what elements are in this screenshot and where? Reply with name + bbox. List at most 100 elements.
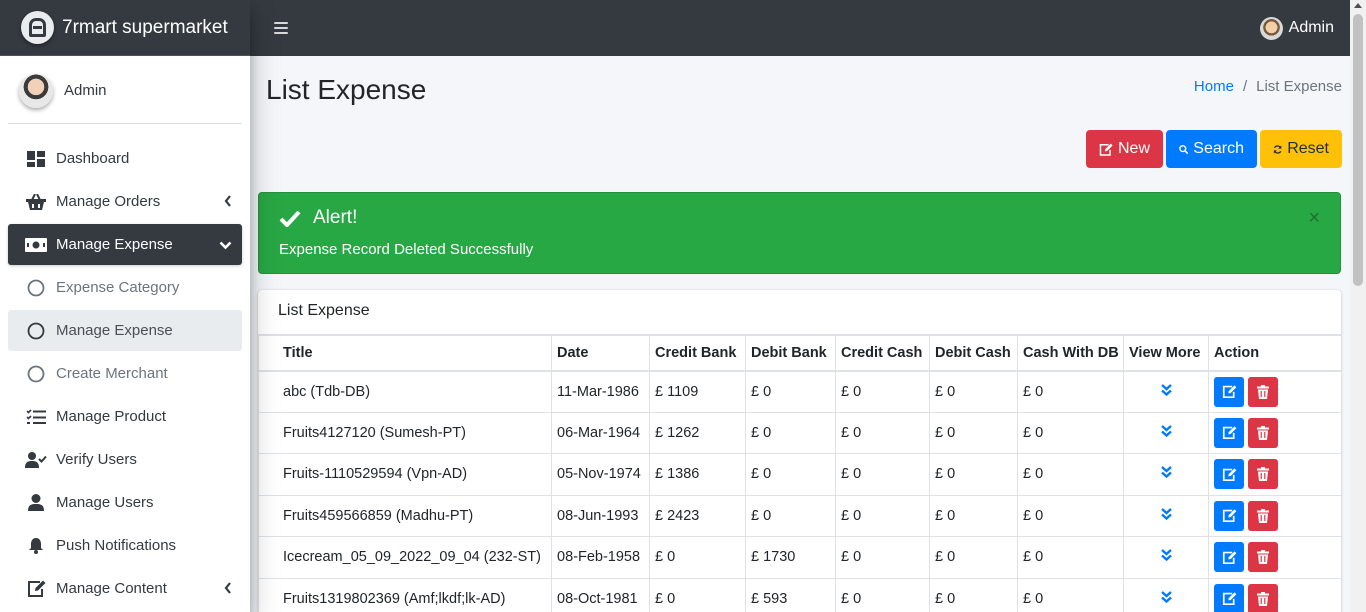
edit-button[interactable] bbox=[1214, 500, 1244, 531]
sidebar-item-manage-content[interactable]: Manage Content bbox=[8, 568, 242, 609]
new-button-label: New bbox=[1117, 140, 1150, 157]
cell-title: Icecream_05_09_2022_09_04 (232-ST) bbox=[258, 536, 552, 579]
cell-credit-cash: £ 0 bbox=[835, 453, 930, 496]
sidebar-item-dashboard[interactable]: Dashboard bbox=[8, 138, 242, 179]
expense-list-card: List Expense Title Date Credit Bank Debi… bbox=[258, 290, 1341, 612]
avatar bbox=[19, 73, 53, 108]
sidebar-item-expense-category[interactable]: Expense Category bbox=[8, 267, 242, 308]
sidebar-item-create-merchant[interactable]: Create Merchant bbox=[8, 353, 242, 394]
edit-button[interactable] bbox=[1214, 376, 1244, 407]
sidebar-item-label: Push Notifications bbox=[56, 537, 177, 554]
delete-button[interactable] bbox=[1248, 459, 1278, 490]
sidebar-item-label: Manage Expense bbox=[56, 322, 173, 339]
angle-double-down-icon[interactable] bbox=[1160, 466, 1172, 482]
angle-double-down-icon[interactable] bbox=[1160, 549, 1172, 565]
cell-action bbox=[1208, 453, 1341, 496]
cell-credit-bank: £ 1386 bbox=[649, 453, 746, 496]
close-icon[interactable]: × bbox=[1308, 207, 1320, 230]
trash-icon bbox=[1257, 591, 1269, 606]
angle-double-down-icon[interactable] bbox=[1160, 383, 1172, 400]
column-header-credit-cash[interactable]: Credit Cash bbox=[835, 335, 930, 372]
brand-logo-icon bbox=[21, 11, 54, 44]
row-actions bbox=[1214, 376, 1336, 407]
breadcrumb-current: List Expense bbox=[1256, 78, 1342, 95]
breadcrumb-separator: / bbox=[1242, 78, 1248, 95]
circle-icon bbox=[25, 365, 47, 383]
user-menu[interactable]: Admin bbox=[1259, 16, 1334, 40]
user-panel[interactable]: Admin bbox=[8, 56, 242, 124]
page-scrollbar[interactable] bbox=[1350, 0, 1366, 612]
cell-view-more bbox=[1123, 494, 1209, 537]
row-actions bbox=[1214, 583, 1336, 612]
scrollbar-thumb[interactable] bbox=[1353, 14, 1363, 286]
edit-icon bbox=[1222, 385, 1236, 398]
delete-button[interactable] bbox=[1248, 583, 1278, 612]
reset-button[interactable]: Reset bbox=[1260, 130, 1342, 168]
sidebar-item-manage-expense[interactable]: Manage Expense bbox=[8, 224, 242, 265]
page-title: List Expense bbox=[266, 74, 427, 105]
cell-view-more bbox=[1123, 370, 1209, 413]
sidebar-item-label: Manage Users bbox=[56, 494, 154, 511]
cell-cash-with-db: £ 0 bbox=[1017, 370, 1124, 413]
edit-button[interactable] bbox=[1214, 583, 1244, 612]
cell-cash-with-db: £ 0 bbox=[1017, 411, 1124, 454]
delete-button[interactable] bbox=[1248, 417, 1278, 448]
cell-debit-cash: £ 0 bbox=[929, 453, 1018, 496]
cell-title: Fruits4127120 (Sumesh-PT) bbox=[258, 411, 552, 454]
sidebar-item-manage-orders[interactable]: Manage Orders bbox=[8, 181, 242, 222]
column-header-debit-cash[interactable]: Debit Cash bbox=[929, 335, 1018, 372]
table-row: Fruits459566859 (Madhu-PT) 08-Jun-1993 £ 2… bbox=[258, 494, 1341, 537]
angle-double-down-icon[interactable] bbox=[1160, 507, 1172, 524]
edit-button[interactable] bbox=[1214, 542, 1244, 573]
brand-link[interactable]: 7rmart supermarket bbox=[0, 0, 250, 56]
alert-header: Alert! bbox=[279, 207, 1320, 229]
edit-icon bbox=[25, 580, 47, 597]
edit-button[interactable] bbox=[1214, 459, 1244, 490]
column-header-credit-bank[interactable]: Credit Bank bbox=[649, 335, 746, 372]
expense-table: Title Date Credit Bank Debit Bank Credit… bbox=[258, 335, 1341, 612]
sidebar-item-manage-product[interactable]: Manage Product bbox=[8, 396, 242, 437]
delete-button[interactable] bbox=[1248, 542, 1278, 573]
breadcrumb-home-link[interactable]: Home bbox=[1194, 78, 1234, 95]
sidebar-item-push-notifications[interactable]: Push Notifications bbox=[8, 525, 242, 566]
search-button-label: Search bbox=[1193, 140, 1244, 157]
menu-toggle-icon[interactable] bbox=[274, 22, 288, 34]
cell-date: 08-Jun-1993 bbox=[551, 494, 650, 537]
scroll-up-arrow-icon[interactable] bbox=[1354, 3, 1362, 8]
cell-debit-bank: £ 0 bbox=[745, 411, 836, 454]
sidebar-item-label: Manage Expense bbox=[56, 236, 173, 253]
cell-action bbox=[1208, 494, 1341, 537]
new-button[interactable]: New bbox=[1086, 130, 1163, 168]
cell-credit-cash: £ 0 bbox=[835, 370, 930, 413]
delete-button[interactable] bbox=[1248, 376, 1278, 407]
sidebar-item-manage-users[interactable]: Manage Users bbox=[8, 482, 242, 523]
cell-cash-with-db: £ 0 bbox=[1017, 494, 1124, 537]
user-name: Admin bbox=[64, 82, 107, 99]
reset-button-label: Reset bbox=[1287, 140, 1329, 157]
cell-title: Fruits459566859 (Madhu-PT) bbox=[258, 494, 552, 537]
delete-button[interactable] bbox=[1248, 500, 1278, 531]
cell-credit-bank: £ 2423 bbox=[649, 494, 746, 537]
alert-title: Alert! bbox=[313, 207, 358, 228]
cell-view-more bbox=[1123, 536, 1209, 579]
cell-debit-bank: £ 1730 bbox=[745, 536, 836, 579]
cell-view-more bbox=[1123, 411, 1209, 454]
column-header-title[interactable]: Title bbox=[258, 335, 552, 372]
cell-action bbox=[1208, 577, 1341, 612]
column-header-date[interactable]: Date bbox=[551, 335, 650, 372]
search-button[interactable]: Search bbox=[1166, 130, 1257, 168]
row-actions bbox=[1214, 459, 1336, 490]
cell-debit-cash: £ 0 bbox=[929, 536, 1018, 579]
column-header-debit-bank[interactable]: Debit Bank bbox=[745, 335, 836, 372]
edit-button[interactable] bbox=[1214, 417, 1244, 448]
sidebar-item-label: Manage Content bbox=[56, 580, 167, 597]
angle-double-down-icon[interactable] bbox=[1160, 590, 1172, 607]
tasks-icon bbox=[25, 408, 47, 425]
edit-icon bbox=[1222, 468, 1236, 481]
table-header-row: Title Date Credit Bank Debit Bank Credit… bbox=[258, 335, 1341, 372]
sidebar-item-manage-expense-sub[interactable]: Manage Expense bbox=[8, 310, 242, 351]
sidebar-item-label: Expense Category bbox=[56, 279, 180, 296]
sidebar-item-verify-users[interactable]: Verify Users bbox=[8, 439, 242, 480]
column-header-cash-with-db[interactable]: Cash With DB bbox=[1017, 335, 1124, 372]
angle-double-down-icon[interactable] bbox=[1160, 424, 1172, 441]
